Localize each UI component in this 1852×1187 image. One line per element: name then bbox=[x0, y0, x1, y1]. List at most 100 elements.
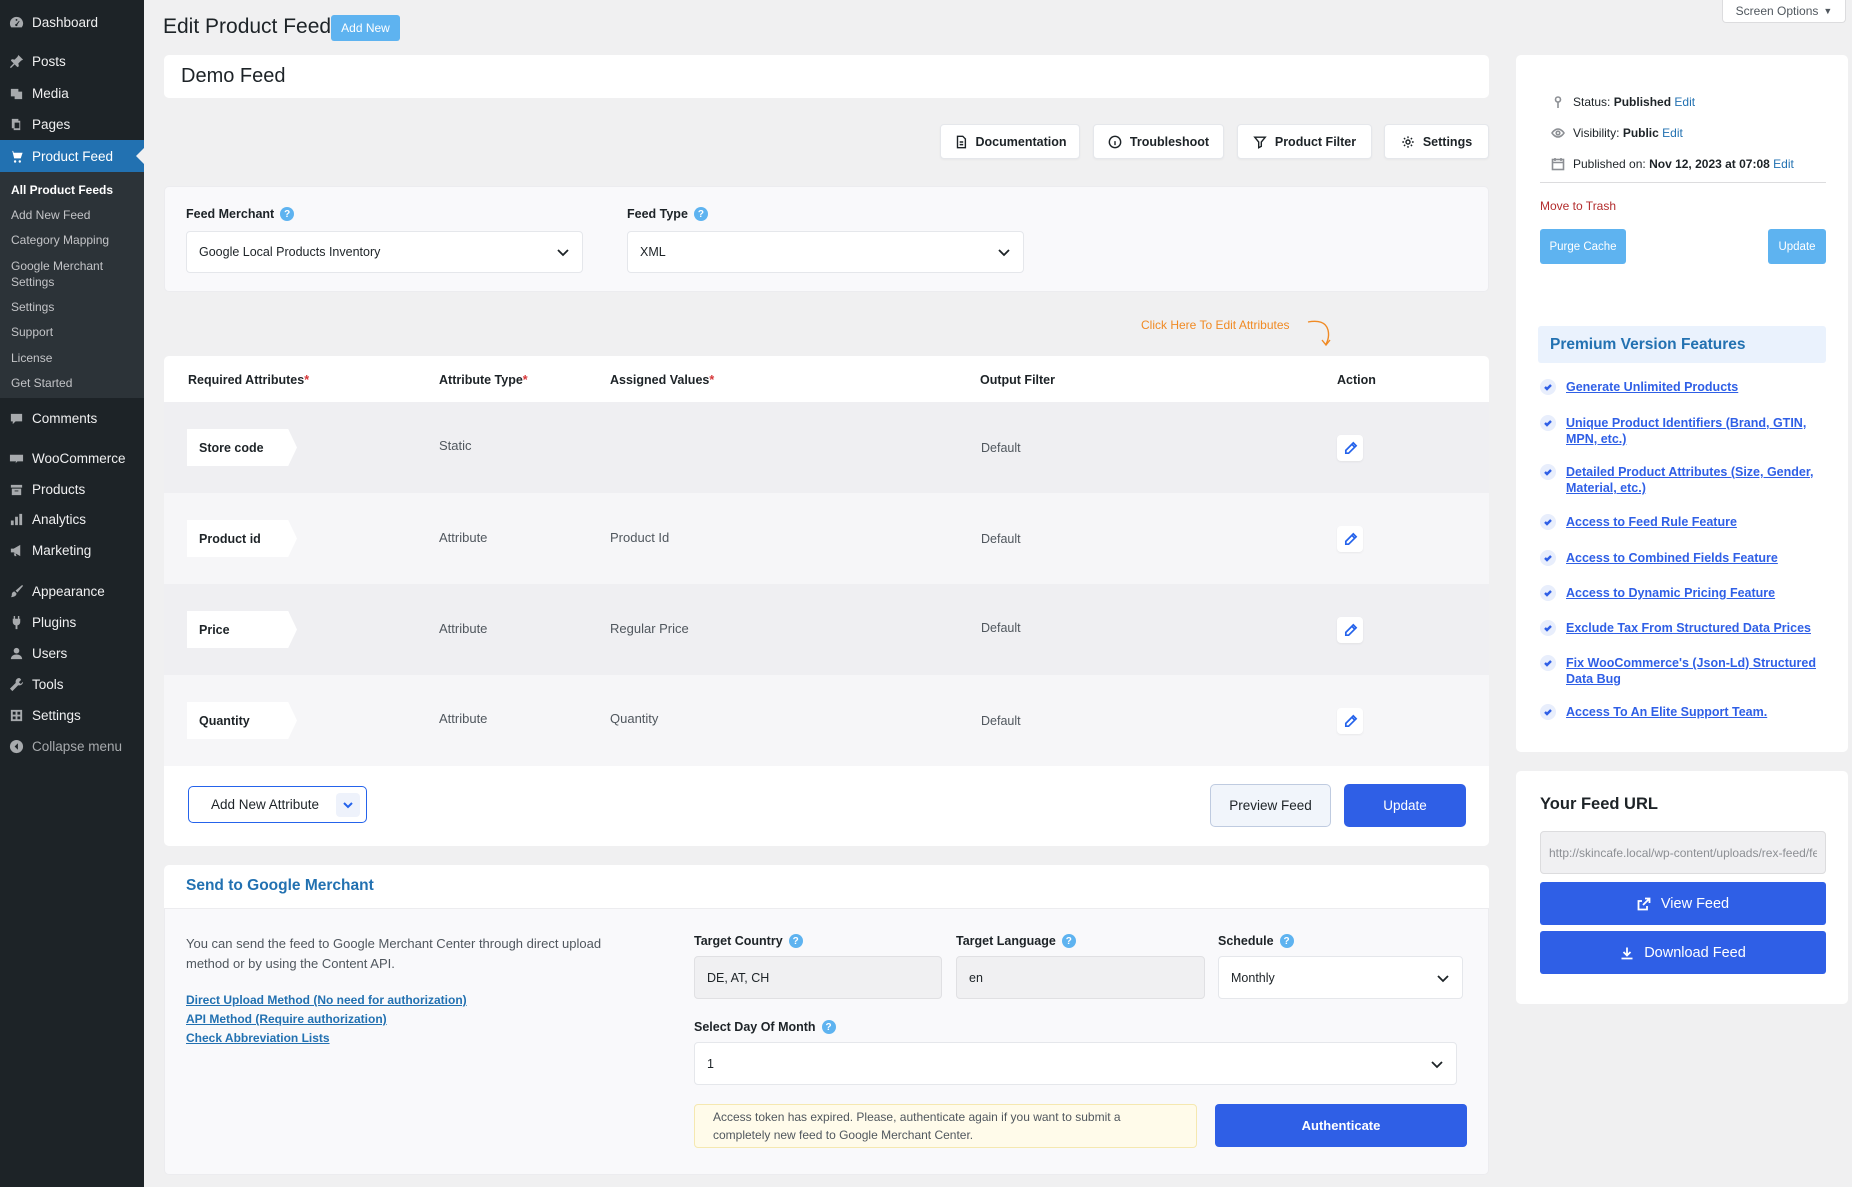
menu-media[interactable]: Media bbox=[0, 78, 144, 109]
submenu-all-product-feeds[interactable]: All Product Feeds bbox=[11, 182, 139, 198]
settings-button[interactable]: Settings bbox=[1384, 124, 1489, 159]
product-filter-button[interactable]: Product Filter bbox=[1237, 124, 1372, 159]
menu-analytics[interactable]: Analytics bbox=[0, 504, 144, 535]
submenu-add-new-feed[interactable]: Add New Feed bbox=[11, 207, 139, 223]
help-icon[interactable]: ? bbox=[1061, 934, 1076, 948]
menu-woocommerce[interactable]: WooCommerce bbox=[0, 443, 144, 474]
chevron-down-icon[interactable] bbox=[336, 793, 360, 817]
feature-link[interactable]: Fix WooCommerce's (Json-Ld) Structured D… bbox=[1566, 655, 1830, 687]
edit-attribute-button[interactable] bbox=[1337, 435, 1363, 461]
help-icon[interactable]: ? bbox=[788, 934, 803, 948]
feature-item[interactable]: Access to Dynamic Pricing Feature bbox=[1540, 585, 1830, 601]
submenu-get-started[interactable]: Get Started bbox=[11, 375, 139, 391]
check-icon bbox=[1540, 655, 1556, 671]
page-title: Edit Product Feed bbox=[163, 15, 332, 38]
update-feed-button[interactable]: Update bbox=[1344, 784, 1466, 827]
status-label: Status: bbox=[1573, 95, 1611, 109]
feature-link[interactable]: Generate Unlimited Products bbox=[1566, 379, 1738, 395]
feed-merchant-select[interactable]: Google Local Products Inventory bbox=[186, 231, 583, 273]
feature-link[interactable]: Exclude Tax From Structured Data Prices bbox=[1566, 620, 1811, 636]
add-new-attribute-button[interactable]: Add New Attribute bbox=[188, 786, 367, 823]
submenu-settings[interactable]: Settings bbox=[11, 299, 139, 315]
menu-appearance[interactable]: Appearance bbox=[0, 576, 144, 607]
help-icon[interactable]: ? bbox=[693, 207, 708, 221]
schedule-select[interactable]: Monthly bbox=[1218, 956, 1463, 999]
feature-link[interactable]: Access to Combined Fields Feature bbox=[1566, 550, 1778, 566]
feature-link[interactable]: Access to Feed Rule Feature bbox=[1566, 514, 1737, 530]
documentation-button[interactable]: Documentation bbox=[940, 124, 1080, 159]
feature-item[interactable]: Fix WooCommerce's (Json-Ld) Structured D… bbox=[1540, 655, 1830, 687]
feed-title-field[interactable]: Demo Feed bbox=[164, 55, 1489, 98]
view-feed-button[interactable]: View Feed bbox=[1540, 882, 1826, 925]
feature-link[interactable]: Unique Product Identifiers (Brand, GTIN,… bbox=[1566, 415, 1830, 447]
feature-item[interactable]: Access to Feed Rule Feature bbox=[1540, 514, 1830, 530]
menu-plugins[interactable]: Plugins bbox=[0, 607, 144, 638]
feature-item[interactable]: Access to Combined Fields Feature bbox=[1540, 550, 1830, 566]
download-feed-button[interactable]: Download Feed bbox=[1540, 931, 1826, 974]
api-method-link[interactable]: API Method (Require authorization) bbox=[186, 1012, 387, 1026]
menu-collapse[interactable]: Collapse menu bbox=[0, 731, 144, 762]
move-to-trash-link[interactable]: Move to Trash bbox=[1540, 199, 1616, 213]
published-value: Nov 12, 2023 at 07:08 bbox=[1649, 157, 1770, 171]
edit-visibility-link[interactable]: Edit bbox=[1662, 126, 1683, 140]
menu-product-feed[interactable]: Product Feed bbox=[0, 140, 144, 172]
table-row: Price Attribute Regular Price Default bbox=[164, 584, 1489, 675]
edit-attribute-button[interactable] bbox=[1337, 708, 1363, 734]
edit-attribute-button[interactable] bbox=[1337, 526, 1363, 552]
feature-item[interactable]: Detailed Product Attributes (Size, Gende… bbox=[1540, 464, 1830, 496]
menu-label: Comments bbox=[32, 411, 98, 426]
feature-item[interactable]: Unique Product Identifiers (Brand, GTIN,… bbox=[1540, 415, 1830, 447]
menu-tools[interactable]: Tools bbox=[0, 669, 144, 700]
help-icon[interactable]: ? bbox=[1279, 934, 1294, 948]
add-new-button[interactable]: Add New bbox=[331, 15, 400, 41]
preview-feed-button[interactable]: Preview Feed bbox=[1210, 784, 1331, 827]
menu-pages[interactable]: Pages bbox=[0, 109, 144, 140]
col-assigned-values: Assigned Values* bbox=[610, 373, 714, 387]
cart-icon bbox=[0, 149, 32, 164]
help-icon[interactable]: ? bbox=[821, 1020, 836, 1034]
purge-cache-button[interactable]: Purge Cache bbox=[1540, 229, 1626, 264]
target-country-input[interactable]: DE, AT, CH bbox=[694, 956, 942, 999]
feature-item[interactable]: Exclude Tax From Structured Data Prices bbox=[1540, 620, 1830, 636]
submenu-google-merchant-settings[interactable]: Google Merchant Settings bbox=[11, 258, 121, 290]
feature-link[interactable]: Access To An Elite Support Team. bbox=[1566, 704, 1767, 720]
troubleshoot-button[interactable]: Troubleshoot bbox=[1093, 124, 1224, 159]
menu-products[interactable]: Products bbox=[0, 474, 144, 505]
menu-label: Settings bbox=[32, 708, 81, 723]
abbreviation-lists-link[interactable]: Check Abbreviation Lists bbox=[186, 1031, 330, 1045]
external-link-icon bbox=[1637, 897, 1651, 910]
target-language-input[interactable]: en bbox=[956, 956, 1205, 999]
feed-url-input[interactable] bbox=[1540, 831, 1826, 874]
feature-item[interactable]: Access To An Elite Support Team. bbox=[1540, 704, 1830, 720]
authenticate-button[interactable]: Authenticate bbox=[1215, 1104, 1467, 1147]
menu-posts[interactable]: Posts bbox=[0, 46, 144, 77]
menu-users[interactable]: Users bbox=[0, 638, 144, 669]
feature-link[interactable]: Access to Dynamic Pricing Feature bbox=[1566, 585, 1775, 601]
direct-upload-link[interactable]: Direct Upload Method (No need for author… bbox=[186, 993, 467, 1007]
help-icon[interactable]: ? bbox=[280, 207, 295, 221]
edit-status-link[interactable]: Edit bbox=[1674, 95, 1695, 109]
screen-options-toggle[interactable]: Screen Options ▼ bbox=[1722, 0, 1846, 23]
edit-date-link[interactable]: Edit bbox=[1773, 157, 1794, 171]
google-merchant-title: Send to Google Merchant bbox=[186, 877, 374, 894]
submenu-license[interactable]: License bbox=[11, 350, 139, 366]
publish-update-button[interactable]: Update bbox=[1768, 229, 1826, 264]
menu-comments[interactable]: Comments bbox=[0, 403, 144, 434]
menu-marketing[interactable]: Marketing bbox=[0, 535, 144, 566]
feed-type-label: Feed Type ? bbox=[627, 207, 708, 221]
bar-chart-icon bbox=[0, 512, 32, 527]
feature-link[interactable]: Detailed Product Attributes (Size, Gende… bbox=[1566, 464, 1830, 496]
visibility-line: Visibility: Public Edit bbox=[1551, 126, 1683, 140]
submenu-support[interactable]: Support bbox=[11, 324, 139, 340]
edit-attribute-button[interactable] bbox=[1337, 617, 1363, 643]
view-feed-label: View Feed bbox=[1660, 895, 1730, 912]
dashboard-icon bbox=[0, 15, 32, 30]
feature-item[interactable]: Generate Unlimited Products bbox=[1540, 379, 1830, 395]
menu-settings[interactable]: Settings bbox=[0, 700, 144, 731]
megaphone-icon bbox=[0, 543, 32, 558]
menu-dashboard[interactable]: Dashboard bbox=[0, 7, 144, 38]
day-of-month-select[interactable]: 1 bbox=[694, 1042, 1457, 1085]
feed-title-value: Demo Feed bbox=[181, 65, 286, 87]
submenu-category-mapping[interactable]: Category Mapping bbox=[11, 232, 139, 248]
feed-type-select[interactable]: XML bbox=[627, 231, 1024, 273]
